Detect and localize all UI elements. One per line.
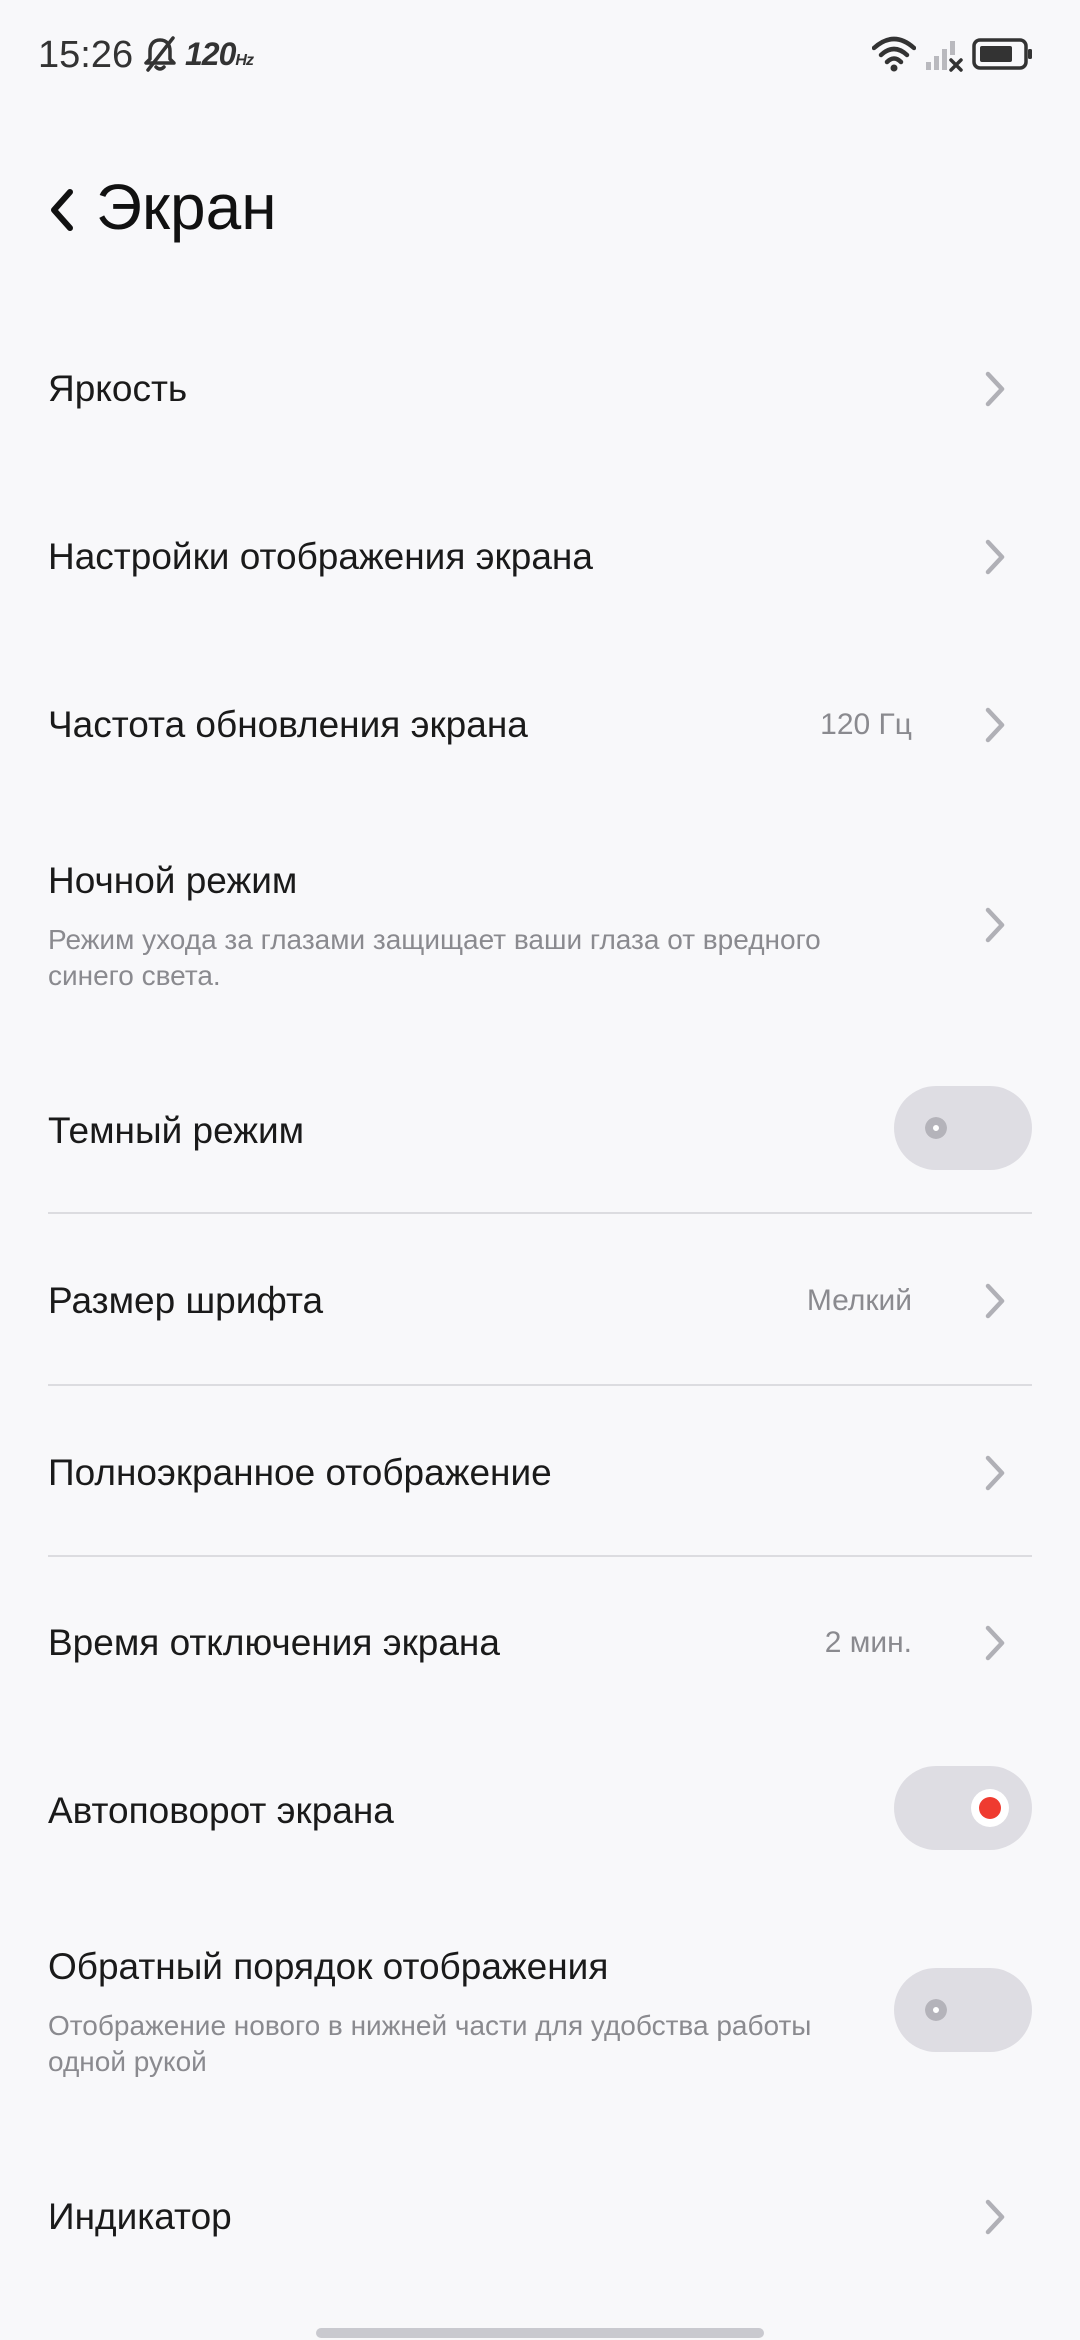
home-indicator-bar[interactable]: [316, 2328, 764, 2338]
auto-rotate-toggle[interactable]: [894, 1766, 1032, 1850]
settings-item-title: Частота обновления экрана: [48, 704, 528, 745]
settings-item-dark-mode: Темный режим: [0, 1072, 1080, 1188]
settings-item-night-mode[interactable]: Ночной режим Режим ухода за глазами защи…: [0, 836, 1080, 1006]
settings-item-refresh-rate[interactable]: Частота обновления экрана 120 Гц: [0, 666, 1080, 782]
toggle-knob: [925, 1999, 947, 2021]
divider: [48, 1384, 1032, 1386]
settings-item-screen-timeout[interactable]: Время отключения экрана 2 мин.: [0, 1584, 1080, 1700]
settings-item-title: Яркость: [48, 368, 188, 409]
settings-item-subtitle: Отображение нового в нижней части для уд…: [48, 2010, 812, 2077]
battery-icon: [972, 38, 1032, 70]
chevron-right-icon: [985, 539, 1005, 575]
settings-item-indicator[interactable]: Индикатор: [0, 2158, 1080, 2274]
toggle-knob: [925, 1117, 947, 1139]
divider: [48, 1212, 1032, 1214]
status-bar: 15:26 120Hz: [0, 0, 1080, 110]
settings-item-subtitle: Режим ухода за глазами защищает ваши гла…: [48, 924, 821, 991]
refresh-rate-badge: 120Hz: [185, 36, 254, 72]
chevron-right-icon: [985, 907, 1005, 943]
settings-item-brightness[interactable]: Яркость: [0, 330, 1080, 446]
settings-item-title: Темный режим: [48, 1110, 305, 1151]
settings-item-title: Время отключения экрана: [48, 1622, 500, 1663]
settings-item-title: Размер шрифта: [48, 1280, 324, 1321]
settings-item-title: Полноэкранное отображение: [48, 1452, 552, 1493]
font-size-value: Мелкий: [806, 1284, 912, 1317]
chevron-right-icon: [985, 371, 1005, 407]
settings-item-title: Автоповорот экрана: [48, 1790, 394, 1831]
toggle-knob: [979, 1797, 1001, 1819]
settings-item-auto-rotate: Автоповорот экрана: [0, 1752, 1080, 1868]
settings-item-title: Настройки отображения экрана: [48, 536, 593, 577]
settings-item-reverse-order: Обратный порядок отображения Отображение…: [0, 1922, 1080, 2092]
divider: [48, 1555, 1032, 1557]
chevron-right-icon: [985, 707, 1005, 743]
wifi-icon: [872, 36, 916, 72]
settings-item-title: Индикатор: [48, 2196, 232, 2237]
reverse-order-toggle[interactable]: [894, 1968, 1032, 2052]
signal-icon: [926, 41, 963, 72]
settings-item-display-settings[interactable]: Настройки отображения экрана: [0, 498, 1080, 614]
page-title: Экран: [96, 171, 277, 243]
header: Экран: [0, 150, 1080, 270]
refresh-rate-value: 120 Гц: [820, 708, 912, 741]
chevron-right-icon: [985, 1455, 1005, 1491]
settings-item-fullscreen[interactable]: Полноэкранное отображение: [0, 1414, 1080, 1530]
back-button[interactable]: [40, 180, 84, 240]
settings-item-title: Ночной режим: [48, 860, 298, 901]
screen-timeout-value: 2 мин.: [824, 1626, 912, 1659]
mute-icon: [144, 36, 176, 72]
chevron-right-icon: [985, 2199, 1005, 2235]
chevron-right-icon: [985, 1283, 1005, 1319]
dark-mode-toggle[interactable]: [894, 1086, 1032, 1170]
settings-item-font-size[interactable]: Размер шрифта Мелкий: [0, 1242, 1080, 1358]
chevron-right-icon: [985, 1625, 1005, 1661]
settings-item-title: Обратный порядок отображения: [48, 1946, 609, 1987]
status-time: 15:26: [38, 34, 134, 76]
